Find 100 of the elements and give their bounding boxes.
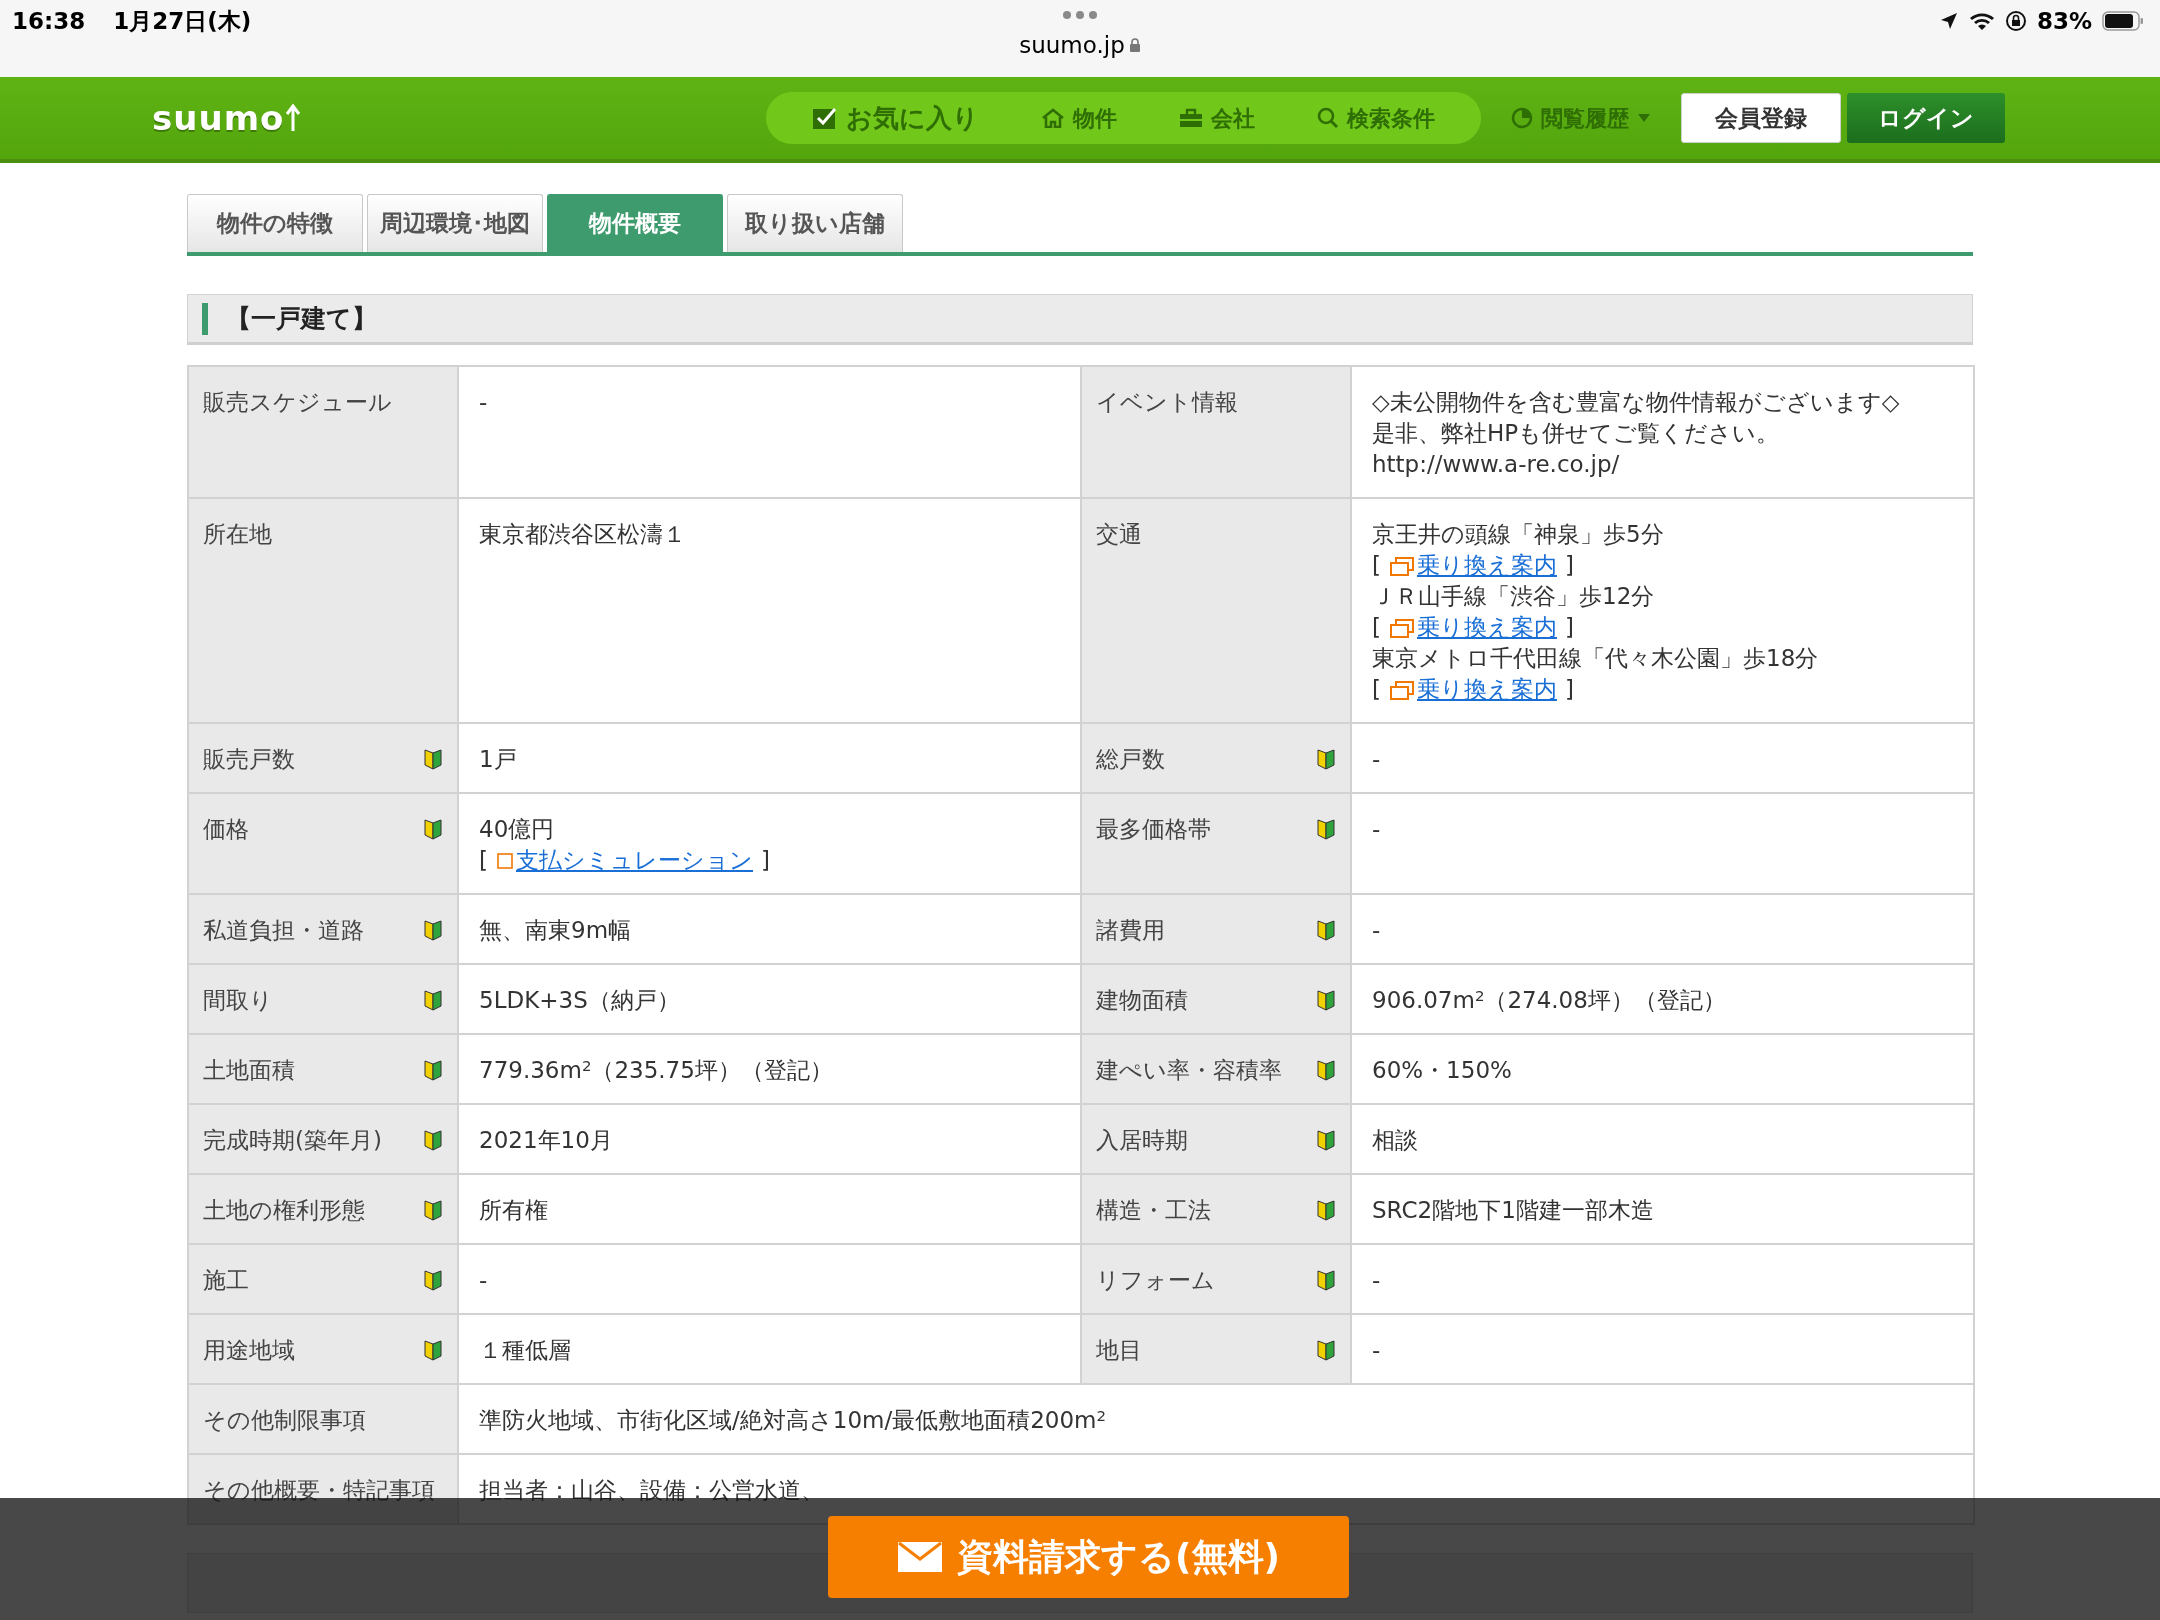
field-value: 担当者：山谷、設備：公営水道、 <box>479 1476 825 1505</box>
tab[interactable]: 取り扱い店舗 <box>727 194 903 252</box>
field-value: 40億円 <box>479 815 556 844</box>
mail-icon <box>897 1541 944 1573</box>
bracket: [ <box>479 846 488 875</box>
field-value: 準防火地域、市街化区域/絶対高さ10m/最低敷地面積200m$^{2}$ <box>479 1405 1107 1435</box>
field-value: 1戸 <box>479 745 518 774</box>
check-box-icon <box>812 105 838 131</box>
bracket: ] <box>761 846 770 875</box>
field-label: 建物面積 <box>1096 986 1188 1015</box>
register-button[interactable]: 会員登録 <box>1681 93 1841 143</box>
field-value: http://www.a-re.co.jp/ <box>1372 450 1621 479</box>
bracket: ] <box>1565 551 1574 580</box>
field-value: 5LDK+3S（納戸） <box>479 986 681 1015</box>
field-label: 販売戸数 <box>203 745 295 774</box>
more-icon <box>1062 10 1098 20</box>
nav-link[interactable]: お気に入り <box>806 97 985 139</box>
tab[interactable]: 物件の特徴 <box>187 194 363 252</box>
bracket: ] <box>1565 613 1574 642</box>
field-label: 構造・工法 <box>1096 1196 1211 1225</box>
field-label: 交通 <box>1096 520 1142 549</box>
link[interactable]: 乗り換え案内 <box>1417 612 1557 643</box>
field-label: 用途地域 <box>203 1336 295 1365</box>
status-time: 16:38 <box>12 7 86 36</box>
briefcase-icon <box>1179 108 1203 128</box>
nav-link[interactable]: 会社 <box>1173 100 1261 136</box>
url-text[interactable]: suumo.jp <box>1019 28 1125 63</box>
windows-icon <box>1389 679 1415 700</box>
field-value: 無、南東9m幅 <box>479 916 633 945</box>
search-icon <box>1317 107 1339 129</box>
tab[interactable]: 物件概要 <box>547 194 723 252</box>
field-value: 京王井の頭線「神泉」歩5分 <box>1372 520 1665 549</box>
battery-icon <box>2102 11 2144 32</box>
bracket: [ <box>1372 675 1381 704</box>
field-value: - <box>1372 1266 1382 1295</box>
up-arrow-icon <box>284 103 303 133</box>
field-value: - <box>479 388 489 417</box>
windows-icon <box>1389 555 1415 576</box>
field-value: - <box>1372 815 1382 844</box>
field-label: 価格 <box>203 815 249 844</box>
bracket: [ <box>1372 613 1381 642</box>
field-value: 779.36m$^{2}$（235.75坪）（登記） <box>479 1055 834 1085</box>
field-value: ＪＲ山手線「渋谷」歩12分 <box>1372 582 1656 611</box>
field-value: SRC2階地下1階建一部木造 <box>1372 1196 1655 1225</box>
field-value: 2021年10月 <box>479 1126 614 1155</box>
logo[interactable]: suumo <box>152 92 303 144</box>
field-label: 総戸数 <box>1096 745 1165 774</box>
field-label: 土地面積 <box>203 1056 295 1085</box>
field-label: その他概要・特記事項 <box>203 1476 435 1505</box>
field-value: - <box>1372 1336 1382 1365</box>
field-label: リフォーム <box>1096 1266 1215 1295</box>
field-label: 地目 <box>1096 1336 1142 1365</box>
field-label: 土地の権利形態 <box>203 1196 365 1225</box>
field-value: - <box>1372 916 1382 945</box>
bracket: [ <box>1372 551 1381 580</box>
field-label: 所在地 <box>203 520 272 549</box>
tab[interactable]: 周辺環境･地図 <box>367 194 543 252</box>
field-label: 施工 <box>203 1266 249 1295</box>
field-value: - <box>479 1266 489 1295</box>
field-label: 建ぺい率・容積率 <box>1096 1056 1282 1085</box>
field-label: 最多価格帯 <box>1096 815 1211 844</box>
field-value: 所有権 <box>479 1196 549 1225</box>
field-value: 東京都渋谷区松濤１ <box>479 520 687 549</box>
link[interactable]: 支払シミュレーション <box>516 845 753 876</box>
nav-link[interactable]: 検索条件 <box>1311 100 1441 136</box>
field-label: 完成時期(築年月) <box>203 1126 382 1155</box>
field-label: 諸費用 <box>1096 916 1165 945</box>
field-label: 入居時期 <box>1096 1126 1188 1155</box>
section-title: 【一戸建て】 <box>226 302 377 335</box>
bracket: ] <box>1565 675 1574 704</box>
wifi-icon <box>1968 11 1995 32</box>
rotation-lock-icon <box>2004 10 2027 33</box>
field-value: １種低層 <box>479 1336 572 1365</box>
battery-percent: 83% <box>2036 7 2092 36</box>
field-label: 間取り <box>203 986 273 1015</box>
field-label: イベント情報 <box>1096 388 1238 417</box>
field-value: 東京メトロ千代田線「代々木公園」歩18分 <box>1372 644 1820 673</box>
accent-bar <box>202 302 208 335</box>
link[interactable]: 乗り換え案内 <box>1417 550 1557 581</box>
login-button[interactable]: ログイン <box>1847 93 2005 143</box>
field-value: 60%・150% <box>1372 1056 1513 1085</box>
lock-icon <box>1128 37 1141 54</box>
field-value: 906.07m$^{2}$（274.08坪）（登記） <box>1372 985 1727 1015</box>
field-label: 販売スケジュール <box>203 388 392 417</box>
logo-text: suumo <box>152 96 285 140</box>
field-label: 私道負担・道路 <box>203 916 364 945</box>
square-icon <box>496 851 514 870</box>
link[interactable]: 乗り換え案内 <box>1417 674 1557 705</box>
field-label: その他制限事項 <box>203 1406 366 1435</box>
clock-icon <box>1511 107 1533 129</box>
field-value: - <box>1372 745 1382 774</box>
field-value: ◇未公開物件を含む豊富な物件情報がございます◇ <box>1372 388 1901 417</box>
house-icon <box>1041 108 1065 128</box>
request-button[interactable]: 資料請求する(無料) <box>828 1516 1349 1598</box>
windows-icon <box>1389 617 1415 638</box>
status-date: 1月27日(木) <box>113 7 252 36</box>
nav-link[interactable]: 物件 <box>1035 100 1123 136</box>
field-value: 相談 <box>1372 1126 1419 1155</box>
caret-icon <box>1637 113 1651 123</box>
field-value: 是非、弊社HPも併せてご覧ください。 <box>1372 419 1781 448</box>
